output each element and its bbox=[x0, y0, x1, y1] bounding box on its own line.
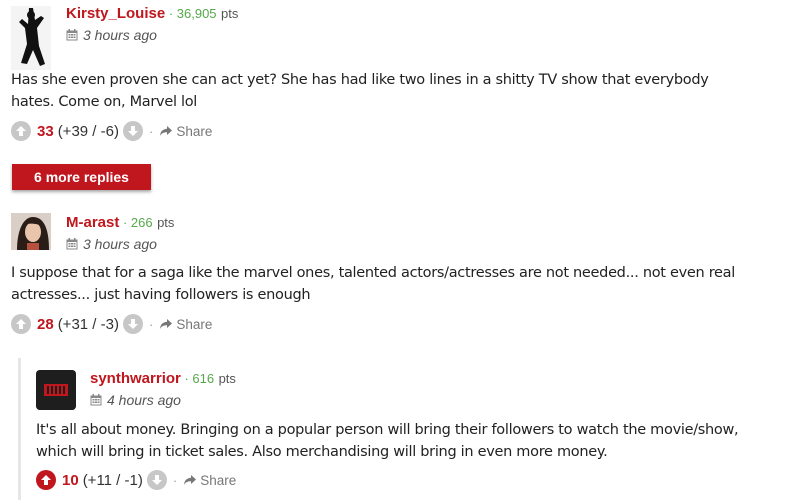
vote-score: 10 bbox=[62, 471, 79, 489]
upvote-button[interactable] bbox=[11, 121, 31, 141]
share-label: Share bbox=[176, 123, 213, 139]
comment-header: M-arast · 266 pts bbox=[66, 214, 174, 232]
upvote-button[interactable] bbox=[11, 314, 31, 334]
arrow-down-icon bbox=[127, 319, 138, 329]
calendar-icon bbox=[66, 238, 78, 250]
share-icon bbox=[184, 475, 197, 485]
separator: · bbox=[180, 371, 193, 386]
timestamp: 4 hours ago bbox=[90, 392, 181, 408]
comment-header: Kirsty_Louise · 36,905 pts bbox=[66, 5, 238, 23]
more-replies-button[interactable]: 6 more replies bbox=[12, 164, 151, 190]
calendar-icon bbox=[66, 29, 78, 41]
vote-score: 28 bbox=[37, 315, 54, 333]
arrow-down-icon bbox=[151, 475, 162, 485]
downvote-button[interactable] bbox=[122, 121, 143, 141]
downvote-button[interactable] bbox=[122, 314, 143, 334]
comment-actions: 33 (+39 / -6) · Share bbox=[11, 121, 212, 141]
share-label: Share bbox=[200, 472, 237, 488]
downvote-button[interactable] bbox=[146, 470, 167, 490]
arrow-down-icon bbox=[127, 126, 138, 136]
share-button[interactable]: Share bbox=[183, 473, 236, 488]
upvote-button[interactable] bbox=[36, 470, 56, 490]
time-text: 4 hours ago bbox=[107, 392, 181, 408]
comment-actions: 28 (+31 / -3) · Share bbox=[11, 314, 212, 334]
timestamp: 3 hours ago bbox=[66, 236, 157, 252]
points-label: pts bbox=[218, 371, 236, 386]
username-link[interactable]: M-arast bbox=[66, 214, 119, 231]
share-button[interactable]: Share bbox=[159, 124, 212, 139]
avatar[interactable] bbox=[11, 213, 51, 250]
share-button[interactable]: Share bbox=[159, 317, 212, 332]
points-label: pts bbox=[157, 215, 175, 230]
comment-text: It's all about money. Bringing on a popu… bbox=[36, 422, 739, 460]
user-points: 36,905 bbox=[176, 6, 217, 21]
separator: · bbox=[165, 6, 177, 21]
comment-header: synthwarrior · 616 pts bbox=[90, 370, 236, 388]
username-link[interactable]: synthwarrior bbox=[90, 370, 181, 387]
reply-thread-line bbox=[18, 358, 21, 500]
dot-separator: · bbox=[148, 316, 154, 332]
vote-detail: (+11 / -1) bbox=[82, 471, 143, 489]
dot-separator: · bbox=[172, 472, 178, 488]
arrow-up-icon bbox=[41, 475, 51, 485]
dot-separator: · bbox=[148, 123, 154, 139]
separator: · bbox=[119, 215, 131, 230]
vote-detail: (+39 / -6) bbox=[57, 122, 119, 140]
timestamp: 3 hours ago bbox=[66, 27, 157, 43]
user-points: 616 bbox=[192, 371, 215, 386]
time-text: 3 hours ago bbox=[83, 236, 157, 252]
arrow-up-icon bbox=[16, 126, 26, 136]
arrow-up-icon bbox=[16, 319, 26, 329]
comment-text: Has she even proven she can act yet? She… bbox=[11, 72, 709, 110]
calendar-icon bbox=[90, 394, 102, 406]
comment-actions: 10 (+11 / -1) · Share bbox=[36, 470, 236, 490]
avatar[interactable] bbox=[11, 6, 51, 70]
share-icon bbox=[160, 126, 173, 136]
share-label: Share bbox=[176, 316, 213, 332]
points-label: pts bbox=[220, 6, 239, 21]
avatar[interactable] bbox=[36, 370, 76, 410]
vote-score: 33 bbox=[37, 122, 54, 140]
time-text: 3 hours ago bbox=[83, 27, 157, 43]
share-icon bbox=[160, 319, 173, 329]
comment-text: I suppose that for a saga like the marve… bbox=[11, 265, 735, 303]
user-points: 266 bbox=[130, 215, 153, 230]
vote-detail: (+31 / -3) bbox=[57, 315, 119, 333]
username-link[interactable]: Kirsty_Louise bbox=[66, 5, 165, 22]
